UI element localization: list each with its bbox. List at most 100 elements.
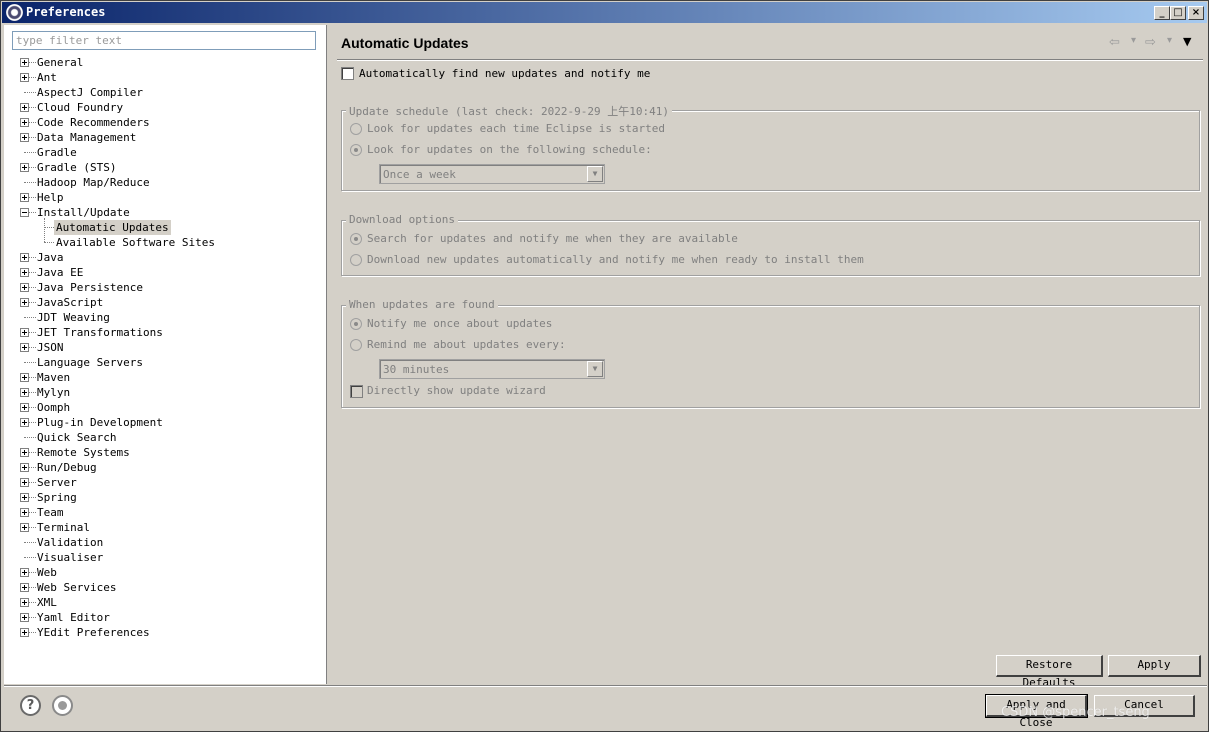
expand-icon[interactable] — [20, 598, 29, 607]
expand-icon[interactable] — [20, 613, 29, 622]
tree-item[interactable]: Java Persistence — [4, 280, 327, 295]
record-macro-icon[interactable] — [52, 695, 73, 716]
tree-item[interactable]: Gradle — [4, 145, 327, 160]
tree-item[interactable]: JDT Weaving — [4, 310, 327, 325]
expand-icon[interactable] — [20, 388, 29, 397]
expand-icon[interactable] — [20, 373, 29, 382]
filter-input[interactable] — [12, 31, 316, 50]
tree-item[interactable]: Mylyn — [4, 385, 327, 400]
expand-icon[interactable] — [20, 568, 29, 577]
update-wizard-checkbox[interactable] — [350, 385, 363, 398]
tree-item[interactable]: Gradle (STS) — [4, 160, 327, 175]
expand-icon[interactable] — [20, 193, 29, 202]
tree-item[interactable]: Yaml Editor — [4, 610, 327, 625]
tree-item[interactable]: Help — [4, 190, 327, 205]
tree-item[interactable]: Terminal — [4, 520, 327, 535]
remind-radio[interactable] — [350, 339, 362, 351]
tree-item[interactable]: Server — [4, 475, 327, 490]
tree-item-label: Remote Systems — [37, 446, 130, 459]
tree-child-item[interactable]: Available Software Sites — [4, 235, 327, 250]
auto-find-checkbox[interactable] — [341, 67, 354, 80]
expand-icon[interactable] — [20, 283, 29, 292]
expand-icon[interactable] — [20, 403, 29, 412]
back-menu-icon[interactable]: ▾ — [1131, 35, 1136, 46]
tree-item-label: Terminal — [37, 521, 90, 534]
expand-icon[interactable] — [20, 418, 29, 427]
close-button[interactable]: × — [1188, 6, 1204, 20]
tree-item[interactable]: Maven — [4, 370, 327, 385]
tree-item[interactable]: Web — [4, 565, 327, 580]
preferences-window: Preferences _ □ × General Ant AspectJ Comp… — [0, 0, 1209, 732]
tree-item[interactable]: Plug-in Development — [4, 415, 327, 430]
expand-icon[interactable] — [20, 478, 29, 487]
tree-child-item[interactable]: Automatic Updates — [4, 220, 327, 235]
tree-item[interactable]: Quick Search — [4, 430, 327, 445]
view-menu-icon[interactable]: ▼ — [1183, 35, 1191, 48]
notify-once-radio[interactable] — [350, 318, 362, 330]
tree-item[interactable]: Spring — [4, 490, 327, 505]
remind-interval-select[interactable]: 30 minutes ▼ — [379, 359, 605, 379]
tree-connector — [44, 242, 54, 243]
tree-item[interactable]: Team — [4, 505, 327, 520]
forward-arrow-icon[interactable]: ⇨ — [1145, 35, 1156, 50]
tree-item[interactable]: Language Servers — [4, 355, 327, 370]
expand-icon[interactable] — [20, 103, 29, 112]
expand-icon[interactable] — [20, 328, 29, 337]
tree-item[interactable]: Run/Debug — [4, 460, 327, 475]
tree-item[interactable]: General — [4, 55, 327, 70]
minimize-button[interactable]: _ — [1154, 6, 1170, 20]
expand-icon[interactable] — [20, 508, 29, 517]
startup-radio-label: Look for updates each time Eclipse is st… — [367, 122, 666, 135]
tree-item[interactable]: Oomph — [4, 400, 327, 415]
expand-icon[interactable] — [20, 448, 29, 457]
tree-item[interactable]: Hadoop Map/Reduce — [4, 175, 327, 190]
collapse-icon[interactable] — [20, 208, 29, 217]
expand-icon[interactable] — [20, 463, 29, 472]
tree-item[interactable]: Cloud Foundry — [4, 100, 327, 115]
tree-item-label: Ant — [37, 71, 57, 84]
restore-defaults-button[interactable]: Restore Defaults — [996, 655, 1103, 689]
tree-item[interactable]: Code Recommenders — [4, 115, 327, 130]
expand-icon[interactable] — [20, 268, 29, 277]
page-title: Automatic Updates — [341, 35, 469, 51]
tree-item[interactable]: Java EE — [4, 265, 327, 280]
expand-icon[interactable] — [20, 253, 29, 262]
tree-item[interactable]: Ant — [4, 70, 327, 85]
schedule-radio[interactable] — [350, 144, 362, 156]
apply-button[interactable]: Apply — [1108, 655, 1201, 677]
notify-radio[interactable] — [350, 233, 362, 245]
tree-item[interactable]: Remote Systems — [4, 445, 327, 460]
tree-item[interactable]: Java — [4, 250, 327, 265]
expand-icon[interactable] — [20, 58, 29, 67]
help-icon[interactable]: ? — [20, 695, 41, 716]
tree-item[interactable]: JET Transformations — [4, 325, 327, 340]
schedule-select[interactable]: Once a week ▼ — [379, 164, 605, 184]
expand-icon[interactable] — [20, 118, 29, 127]
expand-icon[interactable] — [20, 163, 29, 172]
tree-item-label: Hadoop Map/Reduce — [37, 176, 150, 189]
expand-icon[interactable] — [20, 523, 29, 532]
startup-radio[interactable] — [350, 123, 362, 135]
expand-icon[interactable] — [20, 73, 29, 82]
tree-item[interactable]: Validation — [4, 535, 327, 550]
tree-item[interactable]: XML — [4, 595, 327, 610]
tree-item[interactable]: Visualiser — [4, 550, 327, 565]
tree-item-label: Web Services — [37, 581, 117, 594]
expand-icon[interactable] — [20, 298, 29, 307]
expand-icon[interactable] — [20, 493, 29, 502]
tree-item[interactable]: JSON — [4, 340, 327, 355]
tree-item[interactable]: Install/Update — [4, 205, 327, 220]
tree-item[interactable]: YEdit Preferences — [4, 625, 327, 640]
tree-item[interactable]: JavaScript — [4, 295, 327, 310]
tree-item[interactable]: Web Services — [4, 580, 327, 595]
maximize-button[interactable]: □ — [1170, 6, 1186, 20]
tree-item[interactable]: AspectJ Compiler — [4, 85, 327, 100]
tree-item[interactable]: Data Management — [4, 130, 327, 145]
expand-icon[interactable] — [20, 628, 29, 637]
back-arrow-icon[interactable]: ⇦ — [1109, 35, 1120, 50]
auto-download-radio[interactable] — [350, 254, 362, 266]
expand-icon[interactable] — [20, 343, 29, 352]
expand-icon[interactable] — [20, 583, 29, 592]
forward-menu-icon[interactable]: ▾ — [1167, 35, 1172, 46]
expand-icon[interactable] — [20, 133, 29, 142]
